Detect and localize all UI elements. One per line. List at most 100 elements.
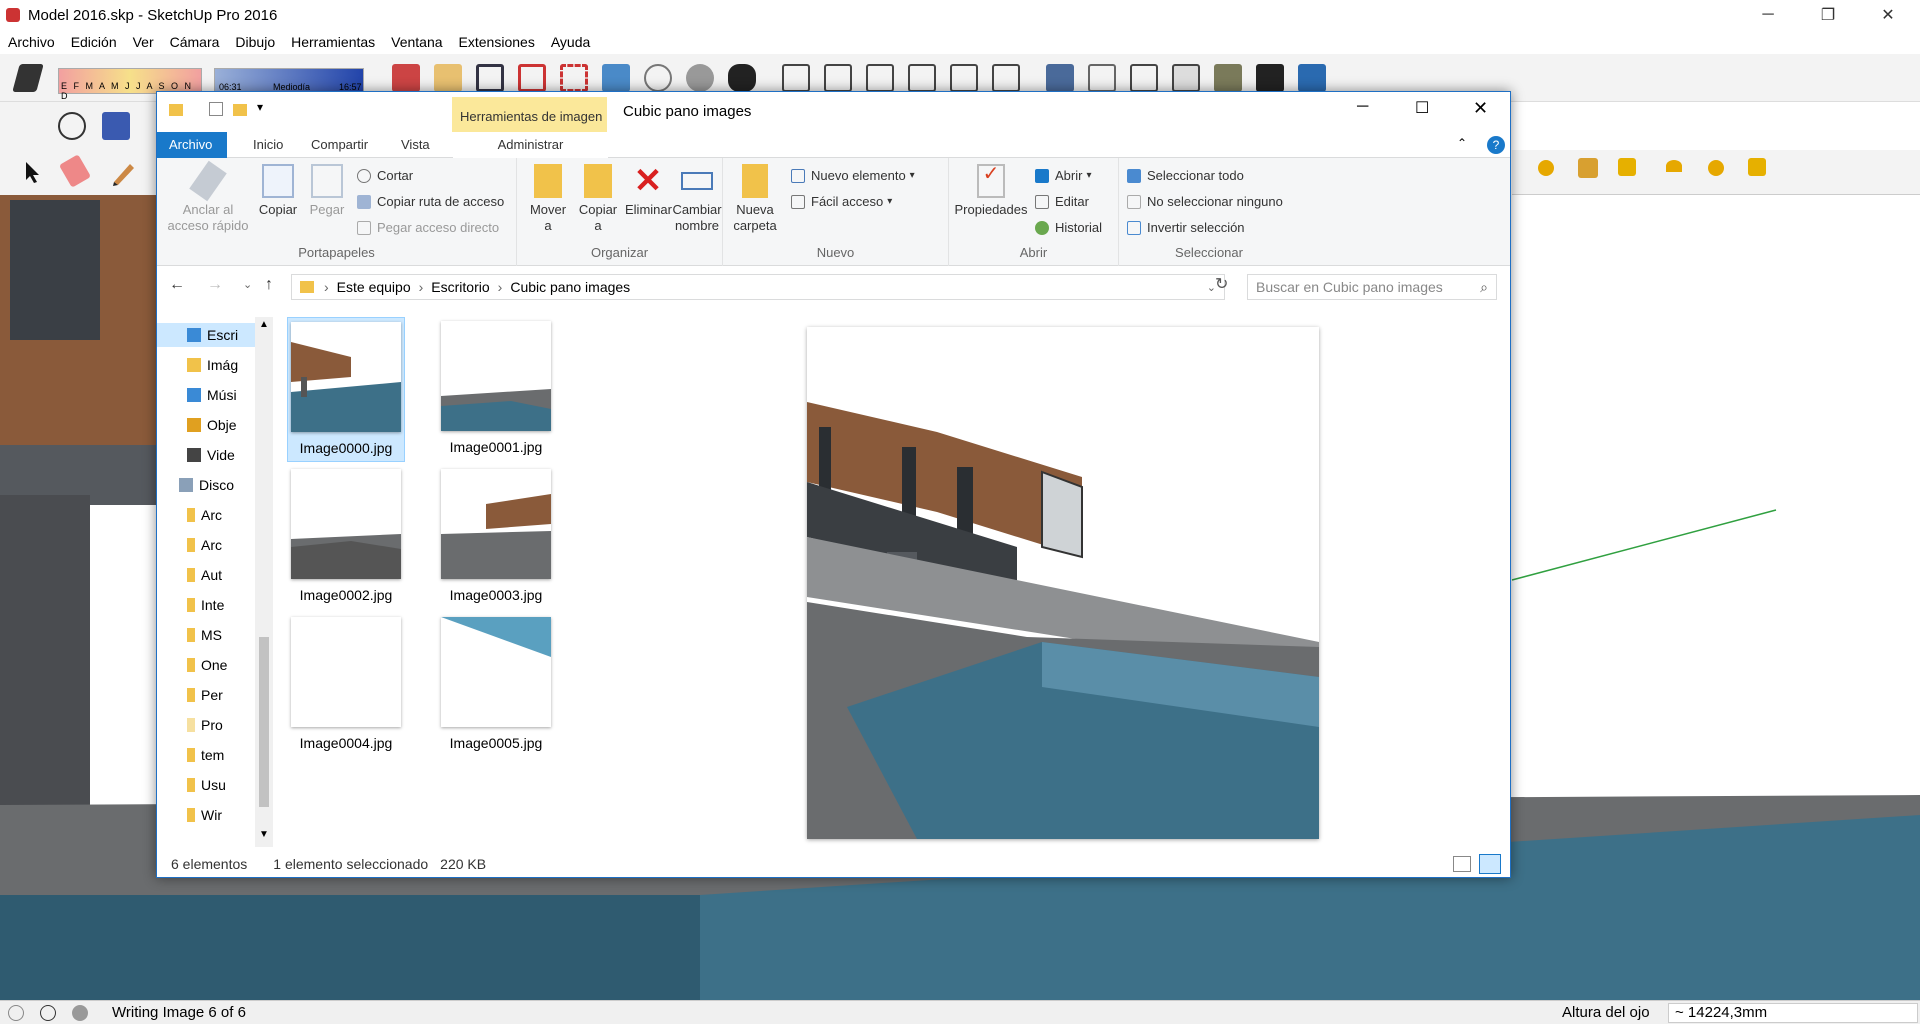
xray-icon[interactable] bbox=[1046, 64, 1074, 92]
back-view-icon[interactable] bbox=[950, 64, 978, 92]
smoove-icon[interactable] bbox=[1538, 160, 1554, 176]
nav-item[interactable]: Vide bbox=[187, 443, 235, 467]
nav-item[interactable]: Músi bbox=[187, 383, 237, 407]
explorer-minimize-button[interactable]: ─ bbox=[1357, 98, 1368, 116]
hidden-line-icon[interactable] bbox=[1130, 64, 1158, 92]
rename-button[interactable]: Cambiar nombre bbox=[671, 164, 723, 234]
file-tile[interactable]: Image0003.jpg bbox=[437, 465, 555, 610]
history-button[interactable]: Historial bbox=[1035, 220, 1102, 235]
select-all-button[interactable]: Seleccionar todo bbox=[1127, 168, 1244, 183]
paste-shortcut-button[interactable]: Pegar acceso directo bbox=[357, 220, 499, 235]
help-icon[interactable]: ? bbox=[1487, 136, 1505, 154]
breadcrumb-escritorio[interactable]: Escritorio bbox=[431, 279, 489, 295]
navigation-scrollbar[interactable]: ▲ ▼ bbox=[255, 317, 273, 847]
zoom-icon[interactable] bbox=[476, 64, 504, 92]
file-tile[interactable]: Image0000.jpg bbox=[287, 317, 405, 462]
nav-item[interactable]: Pro bbox=[187, 713, 223, 737]
zoom-window-icon[interactable] bbox=[518, 64, 546, 92]
zoom-extents-icon[interactable] bbox=[560, 64, 588, 92]
nav-item[interactable]: Arc bbox=[187, 503, 222, 527]
close-button[interactable]: ✕ bbox=[1860, 0, 1916, 30]
copy-to-button[interactable]: Copiar a bbox=[575, 164, 621, 234]
scroll-thumb[interactable] bbox=[259, 637, 269, 807]
invert-selection-button[interactable]: Invertir selección bbox=[1127, 220, 1245, 235]
front-view-icon[interactable] bbox=[866, 64, 894, 92]
large-icons-view-icon[interactable] bbox=[1479, 853, 1501, 874]
tab-archivo[interactable]: Archivo bbox=[157, 132, 227, 158]
menu-ayuda[interactable]: Ayuda bbox=[551, 34, 590, 50]
right-view-icon[interactable] bbox=[908, 64, 936, 92]
properties-button[interactable]: ✓ Propiedades bbox=[953, 164, 1029, 218]
nav-item[interactable]: Aut bbox=[187, 563, 222, 587]
menu-camara[interactable]: Cámara bbox=[170, 34, 220, 50]
new-folder-quick-icon[interactable] bbox=[233, 104, 247, 116]
quick-access-dropdown-icon[interactable]: ▾ bbox=[257, 100, 263, 114]
new-item-button[interactable]: Nuevo elemento ▾ bbox=[791, 168, 915, 183]
menu-herramientas[interactable]: Herramientas bbox=[291, 34, 375, 50]
iso-view-icon[interactable] bbox=[782, 64, 810, 92]
select-arrow-icon[interactable] bbox=[18, 158, 46, 186]
minimize-button[interactable]: ─ bbox=[1740, 0, 1796, 30]
pencil-icon[interactable] bbox=[110, 158, 138, 186]
nav-item[interactable]: Per bbox=[187, 683, 223, 707]
top-view-icon[interactable] bbox=[824, 64, 852, 92]
display-style-icon[interactable] bbox=[1298, 64, 1326, 92]
explorer-maximize-button[interactable]: ☐ bbox=[1415, 98, 1429, 118]
menu-archivo[interactable]: Archivo bbox=[8, 34, 55, 50]
measurement-value[interactable]: ~ 14224,3mm bbox=[1668, 1002, 1918, 1023]
easy-access-button[interactable]: Fácil acceso ▾ bbox=[791, 194, 892, 209]
nav-item[interactable]: MS bbox=[187, 623, 222, 647]
breadcrumb-este-equipo[interactable]: Este equipo bbox=[337, 279, 411, 295]
nav-item[interactable]: tem bbox=[187, 743, 224, 767]
nav-item[interactable]: Imág bbox=[187, 353, 238, 377]
copy-path-button[interactable]: Copiar ruta de acceso bbox=[357, 194, 504, 209]
address-bar[interactable]: › Este equipo › Escritorio › Cubic pano … bbox=[291, 274, 1225, 300]
restore-button[interactable]: ❐ bbox=[1800, 0, 1856, 30]
sandbox-tool-icon[interactable] bbox=[1748, 158, 1766, 176]
monochrome-icon[interactable] bbox=[1256, 64, 1284, 92]
delete-button[interactable]: ✕ Eliminar bbox=[625, 164, 672, 218]
eraser-icon[interactable] bbox=[58, 154, 92, 188]
add-detail-icon[interactable] bbox=[1666, 160, 1682, 172]
menu-extensiones[interactable]: Extensiones bbox=[459, 34, 535, 50]
up-arrow-icon[interactable]: ↑ bbox=[265, 276, 273, 294]
pin-button[interactable]: Anclar al acceso rápido bbox=[163, 160, 253, 234]
menu-ventana[interactable]: Ventana bbox=[391, 34, 442, 50]
explorer-close-button[interactable]: ✕ bbox=[1473, 98, 1488, 119]
flip-edge-icon[interactable] bbox=[1708, 160, 1724, 176]
menu-edicion[interactable]: Edición bbox=[71, 34, 117, 50]
position-camera-icon[interactable] bbox=[644, 64, 672, 92]
edit-button[interactable]: Editar bbox=[1035, 194, 1089, 209]
nav-item[interactable]: Disco bbox=[179, 473, 234, 497]
recent-locations-icon[interactable]: ⌄ bbox=[243, 278, 252, 291]
nav-item[interactable]: Obje bbox=[187, 413, 237, 437]
previous-view-icon[interactable] bbox=[602, 64, 630, 92]
move-to-button[interactable]: Mover a bbox=[525, 164, 571, 234]
select-none-button[interactable]: No seleccionar ninguno bbox=[1127, 194, 1283, 209]
tab-inicio[interactable]: Inicio bbox=[241, 132, 295, 158]
tab-compartir[interactable]: Compartir bbox=[299, 132, 380, 158]
search-input[interactable]: Buscar en Cubic pano images ⌕ bbox=[1247, 274, 1497, 300]
menu-ver[interactable]: Ver bbox=[133, 34, 154, 50]
tab-administrar[interactable]: Administrar bbox=[453, 132, 608, 158]
new-folder-button[interactable]: Nueva carpeta bbox=[729, 164, 781, 234]
axes-icon[interactable] bbox=[58, 112, 86, 140]
details-view-icon[interactable] bbox=[1453, 855, 1471, 872]
drape-icon[interactable] bbox=[1618, 158, 1636, 176]
geolocation-icon[interactable] bbox=[8, 1004, 24, 1021]
file-tile[interactable]: Image0002.jpg bbox=[287, 465, 405, 610]
wireframe-icon[interactable] bbox=[1088, 64, 1116, 92]
orbit-icon[interactable] bbox=[392, 64, 420, 92]
nav-item[interactable]: Wir bbox=[187, 803, 222, 827]
shaded-textures-icon[interactable] bbox=[1214, 64, 1242, 92]
nav-item[interactable]: Escri bbox=[157, 323, 255, 347]
scroll-up-icon[interactable]: ▲ bbox=[259, 319, 269, 330]
nav-item[interactable]: Arc bbox=[187, 533, 222, 557]
file-tile[interactable]: Image0004.jpg bbox=[287, 613, 405, 758]
nav-item[interactable]: Usu bbox=[187, 773, 226, 797]
component-icon[interactable] bbox=[102, 112, 130, 140]
user-icon[interactable] bbox=[72, 1004, 88, 1021]
nav-item[interactable]: One bbox=[187, 653, 227, 677]
back-arrow-icon[interactable]: ← bbox=[169, 276, 185, 294]
file-tile[interactable]: Image0005.jpg bbox=[437, 613, 555, 758]
